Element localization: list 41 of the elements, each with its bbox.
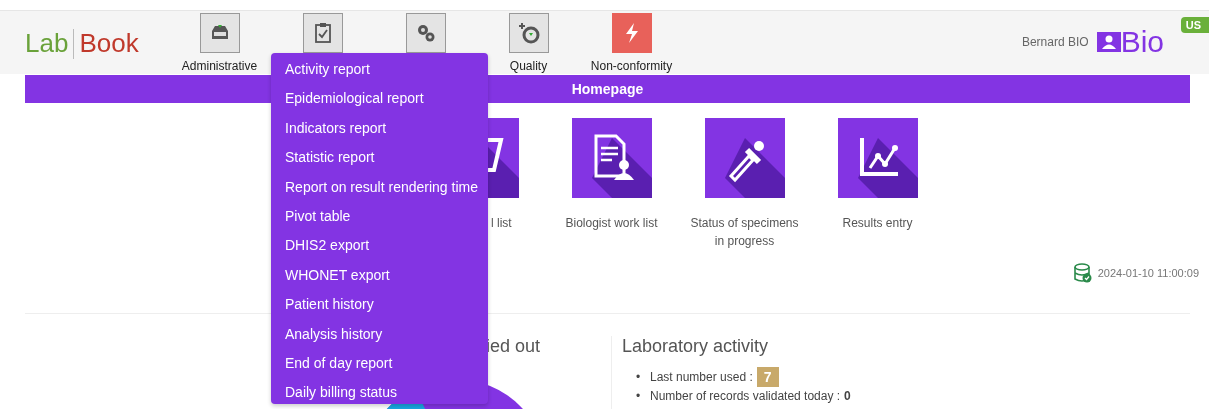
menu-item[interactable]: End of day report (271, 348, 488, 379)
nav-label[interactable]: Non-conformity (590, 59, 673, 73)
tile-button[interactable] (704, 118, 785, 198)
menu-item[interactable]: Daily billing status (271, 378, 488, 408)
menu-item[interactable]: Report on result rendering time (271, 172, 488, 202)
bullet: • (636, 370, 642, 384)
user-name: Bernard BIO (1021, 35, 1089, 49)
menu-item[interactable]: Indicators report (271, 113, 488, 144)
tile-label[interactable]: Status of specimens in progress (684, 214, 805, 250)
menu-item[interactable]: Patient history (271, 290, 488, 320)
tile-label[interactable]: Biologist work list (551, 214, 672, 232)
menu-item[interactable]: Statistic report (271, 143, 488, 173)
nav-icon[interactable] (405, 13, 446, 53)
nav-label[interactable]: Quality (509, 59, 548, 73)
count-value: 0 (844, 389, 851, 403)
tile-button[interactable] (837, 118, 918, 198)
logo[interactable]: Lab Book (25, 28, 168, 59)
tile-button[interactable] (571, 118, 652, 198)
nav-icon[interactable] (508, 13, 549, 53)
activity-label: Number of records validated today : (650, 389, 841, 403)
menu-item[interactable]: Analysis history (271, 319, 488, 349)
user-role: Bio (1120, 28, 1164, 56)
tile-label[interactable]: l list (491, 214, 512, 232)
nav-icon[interactable] (199, 13, 240, 53)
user-icon (1096, 32, 1121, 52)
menu-item[interactable]: Activity report (271, 55, 488, 85)
tile-label[interactable]: Results entry (817, 214, 938, 232)
count-badge: 7 (756, 367, 779, 387)
nav-icon[interactable] (302, 13, 343, 53)
nav-label[interactable]: Administrative (181, 59, 258, 73)
menu-item[interactable]: Pivot table (271, 201, 488, 232)
menu-item[interactable]: WHONET export (271, 260, 488, 291)
menu-item[interactable]: Epidemiological report (271, 84, 488, 114)
panel-title: Laboratory activity (622, 336, 769, 356)
menu-item[interactable]: DHIS2 export (271, 231, 488, 261)
nav-icon[interactable] (611, 13, 652, 53)
sync-time: 2024-01-10 11:00:09 (1097, 267, 1199, 279)
page-title: Homepage (571, 81, 644, 97)
activity-label: Last number used : (650, 370, 753, 384)
database-check-icon (1073, 263, 1092, 283)
bullet: • (636, 389, 642, 403)
